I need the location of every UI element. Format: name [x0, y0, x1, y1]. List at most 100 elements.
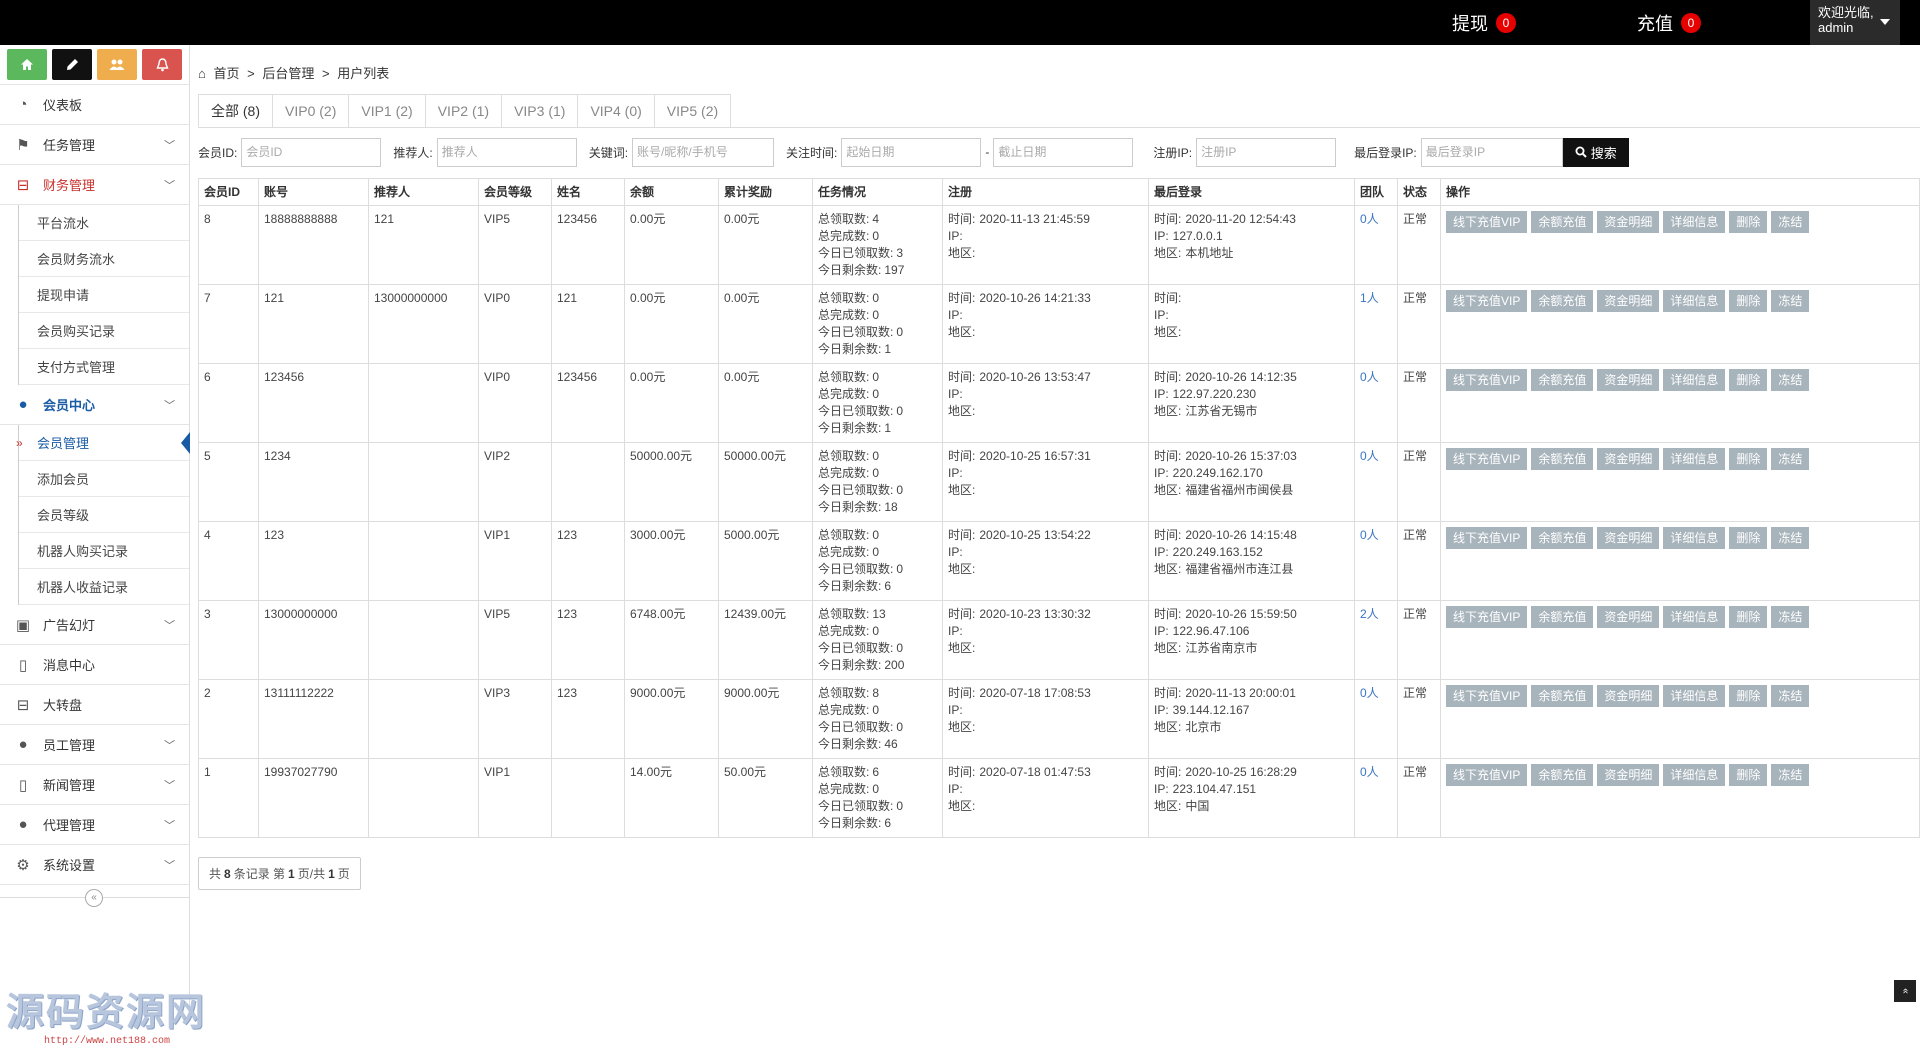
- team-link[interactable]: 0人: [1360, 686, 1379, 700]
- delete-button[interactable]: 删除: [1729, 527, 1768, 549]
- offline-vip-recharge-button[interactable]: 线下充值VIP: [1446, 448, 1528, 470]
- tab-vip4[interactable]: VIP4 (0): [577, 94, 655, 127]
- detail-info-button[interactable]: 详细信息: [1663, 369, 1726, 391]
- delete-button[interactable]: 删除: [1729, 764, 1768, 786]
- tab-vip2[interactable]: VIP2 (1): [424, 94, 503, 127]
- sub-member-finance-flow[interactable]: 会员财务流水: [19, 241, 189, 277]
- user-menu[interactable]: 欢迎光临, admin: [1810, 0, 1900, 45]
- detail-info-button[interactable]: 详细信息: [1663, 211, 1726, 233]
- delete-button[interactable]: 删除: [1729, 448, 1768, 470]
- nav-news[interactable]: ▯ 新闻管理 ﹀: [0, 765, 189, 805]
- end-date-input[interactable]: [993, 137, 1134, 167]
- breadcrumb-backend[interactable]: 后台管理: [262, 66, 314, 81]
- fund-details-button[interactable]: 资金明细: [1597, 606, 1660, 628]
- detail-info-button[interactable]: 详细信息: [1663, 764, 1726, 786]
- nav-agents[interactable]: ● 代理管理 ﹀: [0, 805, 189, 845]
- balance-recharge-button[interactable]: 余额充值: [1531, 764, 1594, 786]
- freeze-button[interactable]: 冻结: [1771, 685, 1810, 707]
- delete-button[interactable]: 删除: [1729, 290, 1768, 312]
- reg-ip-input[interactable]: [1196, 137, 1337, 167]
- detail-info-button[interactable]: 详细信息: [1663, 527, 1726, 549]
- freeze-button[interactable]: 冻结: [1771, 764, 1810, 786]
- balance-recharge-button[interactable]: 余额充值: [1531, 527, 1594, 549]
- offline-vip-recharge-button[interactable]: 线下充值VIP: [1446, 211, 1528, 233]
- offline-vip-recharge-button[interactable]: 线下充值VIP: [1446, 369, 1528, 391]
- freeze-button[interactable]: 冻结: [1771, 211, 1810, 233]
- recharge-link[interactable]: 充值 0: [1637, 0, 1701, 45]
- nav-tasks[interactable]: ⚑ 任务管理 ﹀: [0, 125, 189, 165]
- nav-dashboard[interactable]: ◔ 仪表板: [0, 85, 189, 125]
- fund-details-button[interactable]: 资金明细: [1597, 685, 1660, 707]
- freeze-button[interactable]: 冻结: [1771, 369, 1810, 391]
- fund-details-button[interactable]: 资金明细: [1597, 369, 1660, 391]
- group-shortcut-button[interactable]: [97, 49, 137, 80]
- delete-button[interactable]: 删除: [1729, 369, 1768, 391]
- home-shortcut-button[interactable]: [7, 49, 47, 80]
- sub-robot-earnings[interactable]: 机器人收益记录: [19, 569, 189, 605]
- offline-vip-recharge-button[interactable]: 线下充值VIP: [1446, 764, 1528, 786]
- delete-button[interactable]: 删除: [1729, 606, 1768, 628]
- referrer-input[interactable]: [436, 137, 577, 167]
- detail-info-button[interactable]: 详细信息: [1663, 290, 1726, 312]
- sub-robot-purchases[interactable]: 机器人购买记录: [19, 533, 189, 569]
- search-button[interactable]: 搜索: [1562, 137, 1629, 167]
- tab-vip5[interactable]: VIP5 (2): [653, 94, 732, 127]
- breadcrumb-home[interactable]: 首页: [213, 66, 239, 81]
- sub-payment-methods[interactable]: 支付方式管理: [19, 349, 189, 385]
- fund-details-button[interactable]: 资金明细: [1597, 211, 1660, 233]
- sub-add-member[interactable]: 添加会员: [19, 461, 189, 497]
- team-link[interactable]: 0人: [1360, 765, 1379, 779]
- last-ip-input[interactable]: [1420, 137, 1563, 167]
- balance-recharge-button[interactable]: 余额充值: [1531, 606, 1594, 628]
- balance-recharge-button[interactable]: 余额充值: [1531, 448, 1594, 470]
- balance-recharge-button[interactable]: 余额充值: [1531, 685, 1594, 707]
- sub-member-levels[interactable]: 会员等级: [19, 497, 189, 533]
- start-date-input[interactable]: [841, 137, 982, 167]
- team-link[interactable]: 0人: [1360, 528, 1379, 542]
- nav-staff[interactable]: ● 员工管理 ﹀: [0, 725, 189, 765]
- delete-button[interactable]: 删除: [1729, 211, 1768, 233]
- nav-finance[interactable]: ⊟ 财务管理 ﹀: [0, 165, 189, 205]
- balance-recharge-button[interactable]: 余额充值: [1531, 290, 1594, 312]
- member-id-input[interactable]: [241, 137, 382, 167]
- alert-shortcut-button[interactable]: [142, 49, 182, 80]
- fund-details-button[interactable]: 资金明细: [1597, 448, 1660, 470]
- balance-recharge-button[interactable]: 余额充值: [1531, 211, 1594, 233]
- team-link[interactable]: 2人: [1360, 607, 1379, 621]
- fund-details-button[interactable]: 资金明细: [1597, 290, 1660, 312]
- sub-member-management[interactable]: 会员管理: [16, 425, 190, 461]
- tab-vip1[interactable]: VIP1 (2): [348, 94, 426, 127]
- balance-recharge-button[interactable]: 余额充值: [1531, 369, 1594, 391]
- detail-info-button[interactable]: 详细信息: [1663, 606, 1726, 628]
- offline-vip-recharge-button[interactable]: 线下充值VIP: [1446, 290, 1528, 312]
- edit-shortcut-button[interactable]: [52, 49, 92, 80]
- detail-info-button[interactable]: 详细信息: [1663, 685, 1726, 707]
- freeze-button[interactable]: 冻结: [1771, 527, 1810, 549]
- nav-ads[interactable]: ▣ 广告幻灯 ﹀: [0, 605, 189, 645]
- tab-all[interactable]: 全部 (8): [198, 94, 273, 127]
- team-link[interactable]: 0人: [1360, 212, 1379, 226]
- tab-vip3[interactable]: VIP3 (1): [501, 94, 579, 127]
- offline-vip-recharge-button[interactable]: 线下充值VIP: [1446, 527, 1528, 549]
- team-link[interactable]: 0人: [1360, 449, 1379, 463]
- keyword-input[interactable]: [632, 137, 775, 167]
- nav-wheel[interactable]: ⊟ 大转盘: [0, 685, 189, 725]
- offline-vip-recharge-button[interactable]: 线下充值VIP: [1446, 606, 1528, 628]
- nav-messages[interactable]: ▯ 消息中心: [0, 645, 189, 685]
- freeze-button[interactable]: 冻结: [1771, 448, 1810, 470]
- sidebar-collapse-button[interactable]: «: [85, 889, 103, 907]
- freeze-button[interactable]: 冻结: [1771, 606, 1810, 628]
- offline-vip-recharge-button[interactable]: 线下充值VIP: [1446, 685, 1528, 707]
- nav-settings[interactable]: ⚙ 系统设置 ﹀: [0, 845, 189, 885]
- team-link[interactable]: 1人: [1360, 291, 1379, 305]
- team-link[interactable]: 0人: [1360, 370, 1379, 384]
- fund-details-button[interactable]: 资金明细: [1597, 527, 1660, 549]
- withdraw-link[interactable]: 提现 0: [1452, 0, 1516, 45]
- scroll-top-button[interactable]: «: [1894, 980, 1916, 1002]
- sub-platform-flow[interactable]: 平台流水: [19, 205, 189, 241]
- delete-button[interactable]: 删除: [1729, 685, 1768, 707]
- detail-info-button[interactable]: 详细信息: [1663, 448, 1726, 470]
- tab-vip0[interactable]: VIP0 (2): [272, 94, 350, 127]
- sub-withdraw-requests[interactable]: 提现申请: [19, 277, 189, 313]
- freeze-button[interactable]: 冻结: [1771, 290, 1810, 312]
